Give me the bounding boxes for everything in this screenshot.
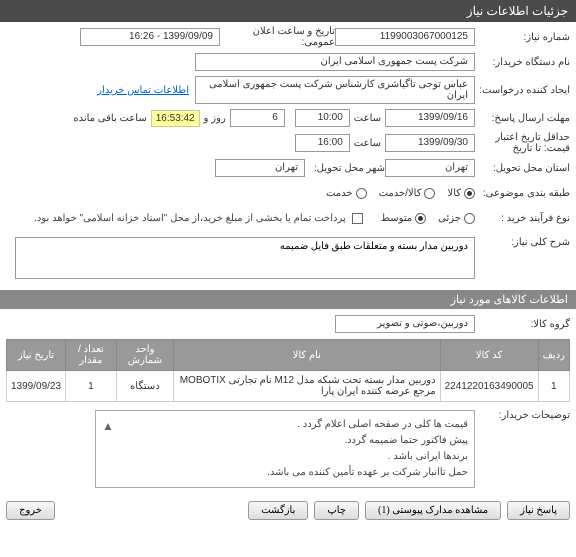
radio-goods-label: کالا [447, 188, 461, 199]
cell-row: 1 [538, 371, 569, 402]
process-label: نوع فرآیند خرید : [475, 213, 570, 224]
buyer-notes-box: ▲ قیمت ها کلی در صفحه اصلی اعلام گردد . … [95, 410, 475, 488]
chevron-up-icon[interactable]: ▲ [102, 417, 114, 436]
deadline-date-field: 1399/09/16 [385, 109, 475, 127]
th-unit: واحد شمارش [116, 340, 173, 371]
treasury-checkbox[interactable] [352, 213, 363, 224]
cell-date: 1399/09/23 [7, 371, 66, 402]
remain-time-field: 16:53:42 [151, 110, 200, 127]
items-sub-header: اطلاعات کالاهای مورد نیاز [0, 290, 576, 309]
buyer-org-field: شرکت پست جمهوری اسلامی ایران [195, 53, 475, 71]
radio-dot-icon [415, 213, 426, 224]
buyer-org-label: نام دستگاه خریدار: [475, 57, 570, 68]
radio-medium-label: متوسط [381, 213, 412, 224]
button-bar: پاسخ نیاز مشاهده مدارک پیوستی (1) چاپ با… [0, 495, 576, 526]
announce-field: 1399/09/09 - 16:26 [80, 28, 220, 46]
items-table: ردیف کد کالا نام کالا واحد شمارش تعداد /… [6, 339, 570, 402]
page-title: جزئیات اطلاعات نیاز [467, 4, 568, 18]
notes-label: توضیحات خریدار: [475, 410, 570, 421]
hour-label-2: ساعت [354, 138, 381, 149]
radio-small[interactable]: جزئی [438, 213, 475, 224]
validity-hour-field: 16:00 [295, 134, 350, 152]
note-line-1: قیمت ها کلی در صفحه اصلی اعلام گردد . [102, 417, 468, 433]
th-name: نام کالا [174, 340, 441, 371]
contact-link[interactable]: اطلاعات تماس خریدار [97, 85, 189, 96]
radio-dot-icon [464, 188, 475, 199]
cell-name: دوربین مدار بسته تحت شبکه مدل M12 نام تج… [174, 371, 441, 402]
creator-field: عباس توجی تاگیاشری کارشناس شرکت پست جمهو… [195, 76, 475, 104]
radio-medium[interactable]: متوسط [381, 213, 426, 224]
radio-goods[interactable]: کالا [447, 188, 475, 199]
need-number-field: 1199003067000125 [335, 28, 475, 46]
note-line-3: برندها ایرانی باشد . [102, 449, 468, 465]
table-header-row: ردیف کد کالا نام کالا واحد شمارش تعداد /… [7, 340, 570, 371]
validity-date-field: 1399/09/30 [385, 134, 475, 152]
desc-textarea[interactable] [15, 237, 475, 279]
treasury-label: پرداخت تمام یا بخشی از مبلغ خرید،از محل … [34, 213, 346, 224]
note-line-2: پیش فاکتور حتما ضمیمه گردد. [102, 433, 468, 449]
radio-dot-icon [356, 188, 367, 199]
need-number-label: شماره نیاز: [475, 32, 570, 43]
category-label: طبقه بندی موضوعی: [475, 188, 570, 199]
announce-label: تاریخ و ساعت اعلان عمومی: [220, 26, 335, 48]
th-row: ردیف [538, 340, 569, 371]
delivery-city-label: شهر محل تحویل: [305, 163, 385, 174]
process-radio-group: جزئی متوسط [381, 213, 475, 224]
table-row: 1 2241220163490005 دوربین مدار بسته تحت … [7, 371, 570, 402]
deadline-hour-field: 10:00 [295, 109, 350, 127]
hour-label-1: ساعت [354, 113, 381, 124]
category-radio-group: کالا کالا/خدمت خدمت [326, 188, 475, 199]
deadline-label: مهلت ارسال پاسخ: [475, 113, 570, 124]
attachments-button[interactable]: مشاهده مدارک پیوستی (1) [365, 501, 501, 520]
remain-days-field: 6 [230, 109, 285, 127]
radio-dot-icon [424, 188, 435, 199]
back-button[interactable]: بازگشت [248, 501, 308, 520]
cell-unit: دستگاه [116, 371, 173, 402]
radio-dot-icon [464, 213, 475, 224]
remain-time-label: ساعت باقی مانده [73, 113, 146, 124]
desc-label: شرح کلی نیاز: [475, 237, 570, 248]
reply-button[interactable]: پاسخ نیاز [507, 501, 570, 520]
print-button[interactable]: چاپ [314, 501, 359, 520]
radio-goods-service[interactable]: کالا/خدمت [379, 188, 436, 199]
delivery-state-label: استان محل تحویل: [475, 163, 570, 174]
remain-days-label: روز و [204, 113, 226, 124]
th-date: تاریخ نیاز [7, 340, 66, 371]
validity-label: حداقل تاریخ اعتبار قیمت: تا تاریخ [475, 132, 570, 154]
delivery-state-field: تهران [385, 159, 475, 177]
radio-service-label: خدمت [326, 188, 353, 199]
cell-code: 2241220163490005 [440, 371, 538, 402]
items-header-text: اطلاعات کالاهای مورد نیاز [451, 294, 568, 306]
exit-button[interactable]: خروج [6, 501, 55, 520]
radio-goods-service-label: کالا/خدمت [379, 188, 422, 199]
radio-small-label: جزئی [438, 213, 461, 224]
cell-qty: 1 [66, 371, 117, 402]
delivery-city-field: تهران [215, 159, 305, 177]
radio-service[interactable]: خدمت [326, 188, 367, 199]
group-label: گروه کالا: [475, 319, 570, 330]
th-qty: تعداد / مقدار [66, 340, 117, 371]
th-code: کد کالا [440, 340, 538, 371]
creator-label: ایجاد کننده درخواست: [475, 85, 570, 96]
note-line-4: حمل تاانبار شرکت بر عهده تأمین کننده می … [102, 465, 468, 481]
page-header: جزئیات اطلاعات نیاز [0, 0, 576, 22]
group-field: دوربین،صوتی و تصویر [335, 315, 475, 333]
